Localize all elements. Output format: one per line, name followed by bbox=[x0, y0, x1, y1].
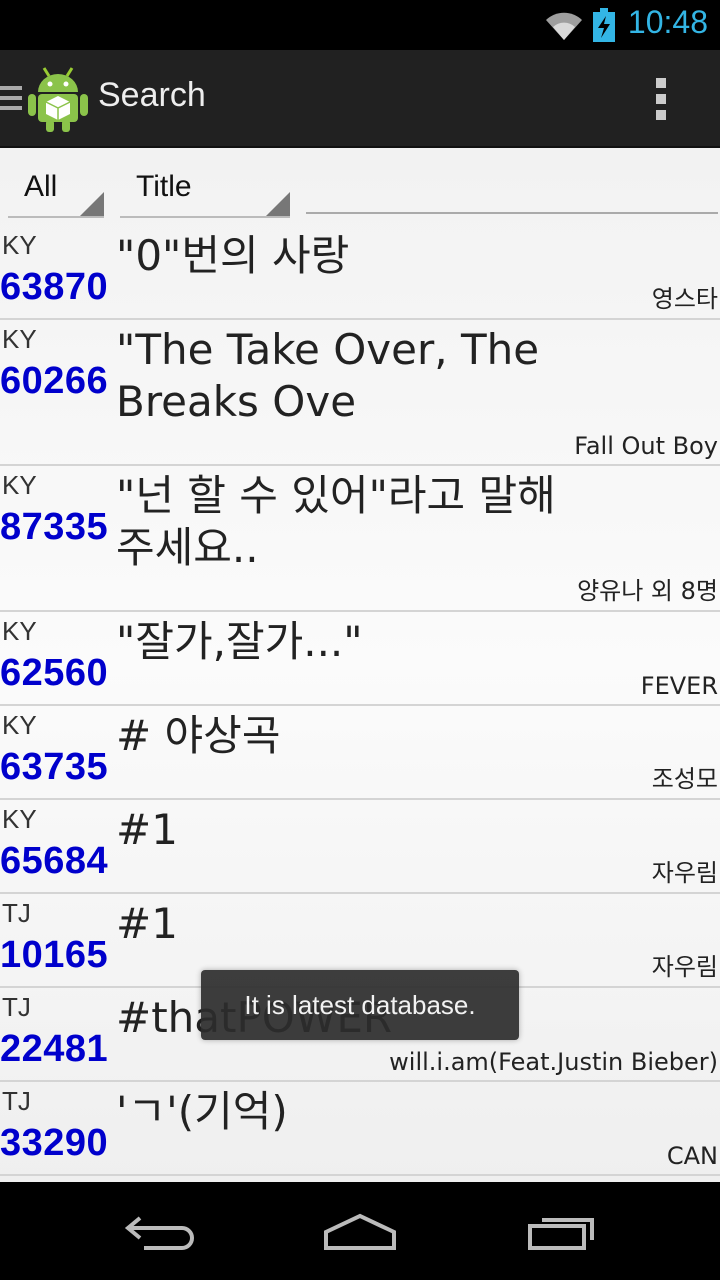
song-title: "넌 할 수 있어"라고 말해 주세요.. bbox=[116, 471, 556, 572]
song-title: "The Take Over, The Breaks Ove bbox=[116, 325, 540, 426]
app-icon[interactable] bbox=[26, 64, 90, 132]
song-number: 10165 bbox=[0, 934, 109, 976]
song-title: "0"번의 사랑 bbox=[116, 231, 350, 280]
battery-charging-icon bbox=[593, 8, 615, 42]
artist-name: 영스타 bbox=[651, 285, 718, 313]
song-title: # 야상곡 bbox=[116, 711, 281, 760]
list-item[interactable]: TJ 33290 'ㄱ'(기억) CAN bbox=[0, 1082, 720, 1176]
status-bar: 10:48 bbox=[0, 0, 720, 50]
list-item[interactable]: KY 63870 "0"번의 사랑 영스타 bbox=[0, 226, 720, 320]
song-number: 22481 bbox=[0, 1028, 109, 1070]
navigation-bar bbox=[0, 1182, 720, 1280]
home-icon[interactable] bbox=[322, 1212, 398, 1252]
artist-name: 양유나 외 8명 bbox=[577, 577, 718, 605]
artist-name: 자우림 bbox=[651, 859, 718, 887]
song-title: #1 bbox=[116, 805, 178, 854]
song-number: 60266 bbox=[0, 360, 109, 402]
song-number: 63870 bbox=[0, 266, 109, 308]
artist-name: will.i.am(Feat.Justin Bieber) bbox=[389, 1048, 718, 1076]
brand-label: TJ bbox=[2, 1086, 31, 1116]
artist-name: FEVER bbox=[640, 672, 718, 700]
list-item[interactable]: KY 60266 "The Take Over, The Breaks Ove … bbox=[0, 320, 720, 466]
search-input[interactable] bbox=[306, 168, 718, 214]
spinner-arrow-icon bbox=[80, 192, 104, 216]
list-item[interactable]: KY 62560 "잘가,잘가..." FEVER bbox=[0, 612, 720, 706]
overflow-menu-icon[interactable] bbox=[656, 78, 668, 122]
status-time: 10:48 bbox=[627, 4, 708, 40]
artist-name: CAN bbox=[666, 1142, 718, 1170]
wifi-icon bbox=[546, 12, 582, 41]
song-number: 63735 bbox=[0, 746, 109, 788]
brand-label: TJ bbox=[2, 898, 31, 928]
category-spinner[interactable]: All bbox=[8, 168, 104, 218]
field-spinner-value: Title bbox=[136, 170, 192, 203]
list-item[interactable]: KY 65684 #1 자우림 bbox=[0, 800, 720, 894]
brand-label: KY bbox=[2, 710, 37, 740]
brand-label: KY bbox=[2, 230, 37, 260]
song-number: 87335 bbox=[0, 506, 109, 548]
song-number: 65684 bbox=[0, 840, 109, 882]
list-item[interactable]: KY 63735 # 야상곡 조성모 bbox=[0, 706, 720, 800]
back-icon[interactable] bbox=[124, 1212, 196, 1252]
spinner-arrow-icon bbox=[266, 192, 290, 216]
song-number: 62560 bbox=[0, 652, 109, 694]
recent-apps-icon[interactable] bbox=[526, 1212, 598, 1252]
song-title: #1 bbox=[116, 899, 178, 948]
song-number: 33290 bbox=[0, 1122, 109, 1164]
song-title: "잘가,잘가..." bbox=[116, 617, 363, 666]
action-bar: Search bbox=[0, 50, 720, 148]
artist-name: 자우림 bbox=[651, 953, 718, 981]
artist-name: 조성모 bbox=[651, 765, 718, 793]
drawer-icon[interactable] bbox=[0, 86, 22, 112]
toast-message: It is latest database. bbox=[201, 970, 519, 1040]
brand-label: KY bbox=[2, 616, 37, 646]
brand-label: KY bbox=[2, 804, 37, 834]
page-title: Search bbox=[98, 76, 206, 114]
brand-label: KY bbox=[2, 324, 37, 354]
field-spinner[interactable]: Title bbox=[120, 168, 290, 218]
brand-label: TJ bbox=[2, 992, 31, 1022]
filter-bar: All Title bbox=[0, 148, 720, 222]
list-item[interactable]: KY 87335 "넌 할 수 있어"라고 말해 주세요.. 양유나 외 8명 bbox=[0, 466, 720, 612]
brand-label: KY bbox=[2, 470, 37, 500]
song-title: 'ㄱ'(기억) bbox=[116, 1087, 288, 1136]
category-spinner-value: All bbox=[24, 170, 58, 203]
artist-name: Fall Out Boy bbox=[574, 432, 718, 460]
